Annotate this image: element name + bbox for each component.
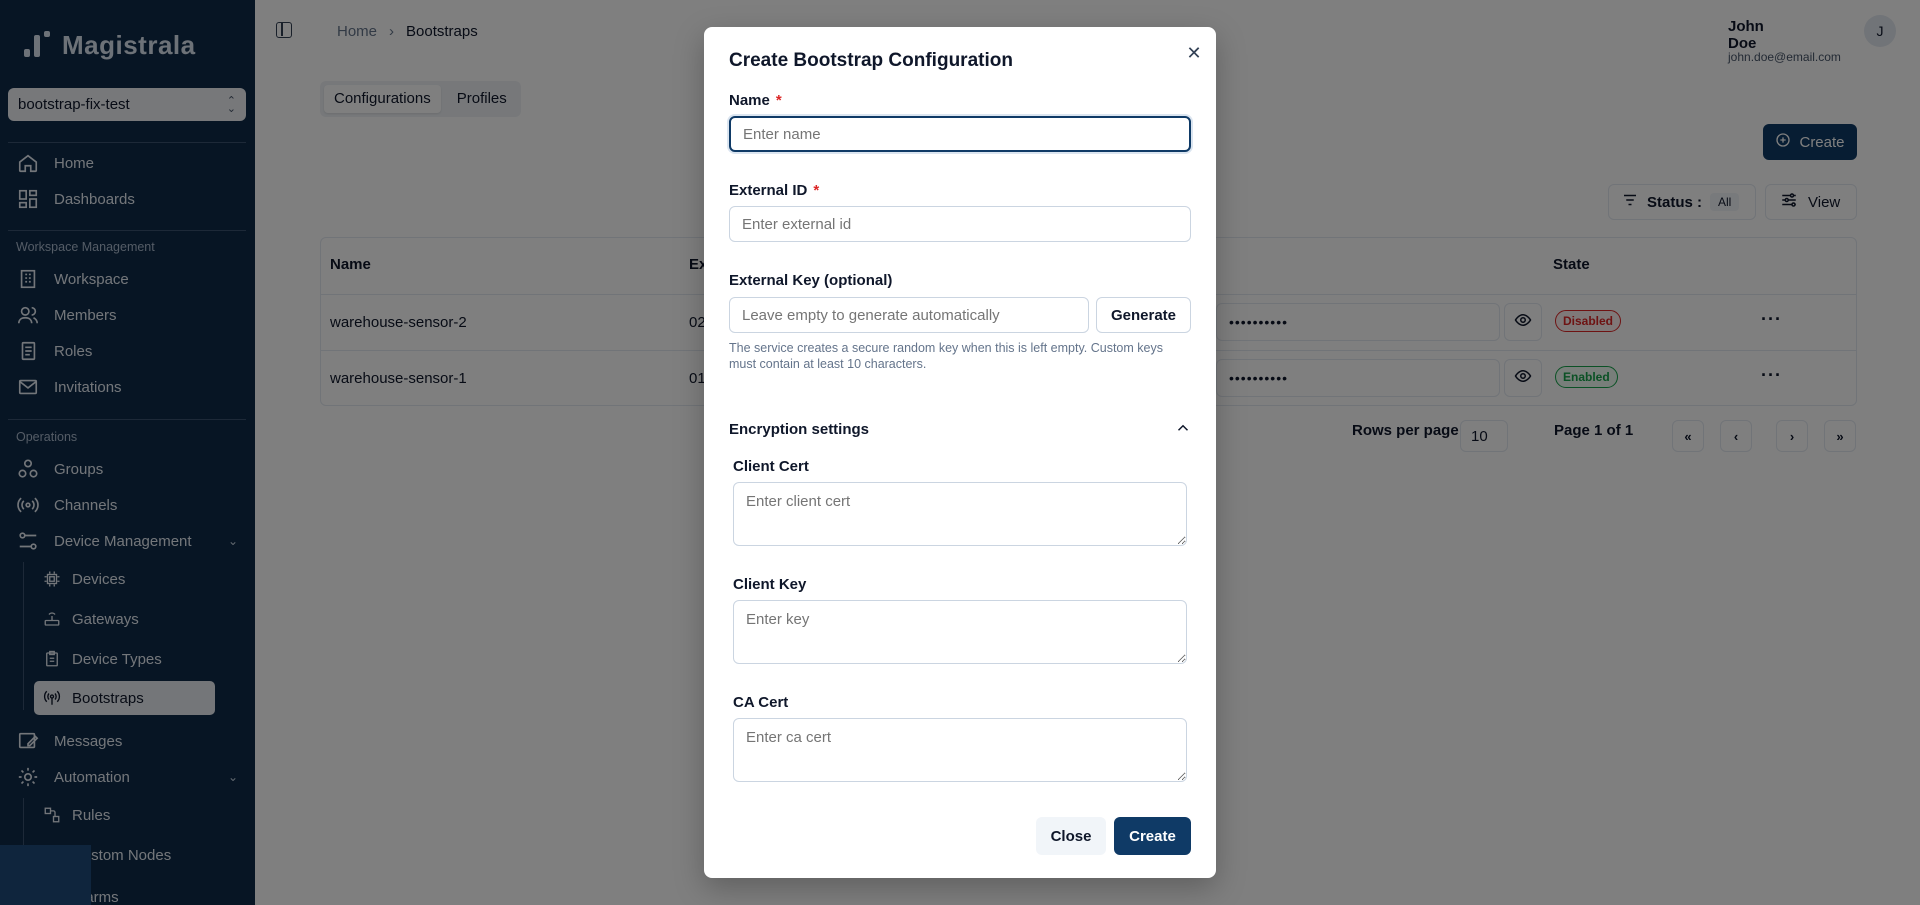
client-key-label: Client Key — [733, 576, 807, 593]
encryption-section-toggle[interactable]: Encryption settings — [729, 421, 869, 438]
external-key-input[interactable] — [729, 297, 1089, 333]
external-key-label: External Key (optional) — [729, 272, 893, 289]
name-label: Name * — [729, 92, 782, 109]
external-key-help-text: The service creates a secure random key … — [729, 341, 1163, 371]
name-label-text: Name — [729, 92, 770, 109]
ca-cert-label: CA Cert — [733, 694, 789, 711]
external-id-label-text: External ID — [729, 182, 808, 199]
name-input[interactable] — [729, 116, 1191, 152]
external-id-input[interactable] — [729, 206, 1191, 242]
client-cert-label: Client Cert — [733, 458, 809, 475]
create-bootstrap-dialog: Create Bootstrap Configuration ✕ Name * E… — [704, 27, 1216, 878]
close-button[interactable]: Close — [1036, 817, 1106, 855]
client-cert-input[interactable] — [733, 482, 1187, 546]
required-mark: * — [813, 182, 820, 199]
client-key-input[interactable] — [733, 600, 1187, 664]
create-submit-button[interactable]: Create — [1114, 817, 1191, 855]
chevron-up-icon[interactable] — [1174, 419, 1192, 437]
ca-cert-input[interactable] — [733, 718, 1187, 782]
close-icon[interactable]: ✕ — [1184, 43, 1204, 63]
external-id-label: External ID * — [729, 182, 819, 199]
generate-button[interactable]: Generate — [1096, 297, 1191, 333]
required-mark: * — [775, 92, 782, 109]
dialog-title: Create Bootstrap Configuration — [729, 50, 1013, 71]
